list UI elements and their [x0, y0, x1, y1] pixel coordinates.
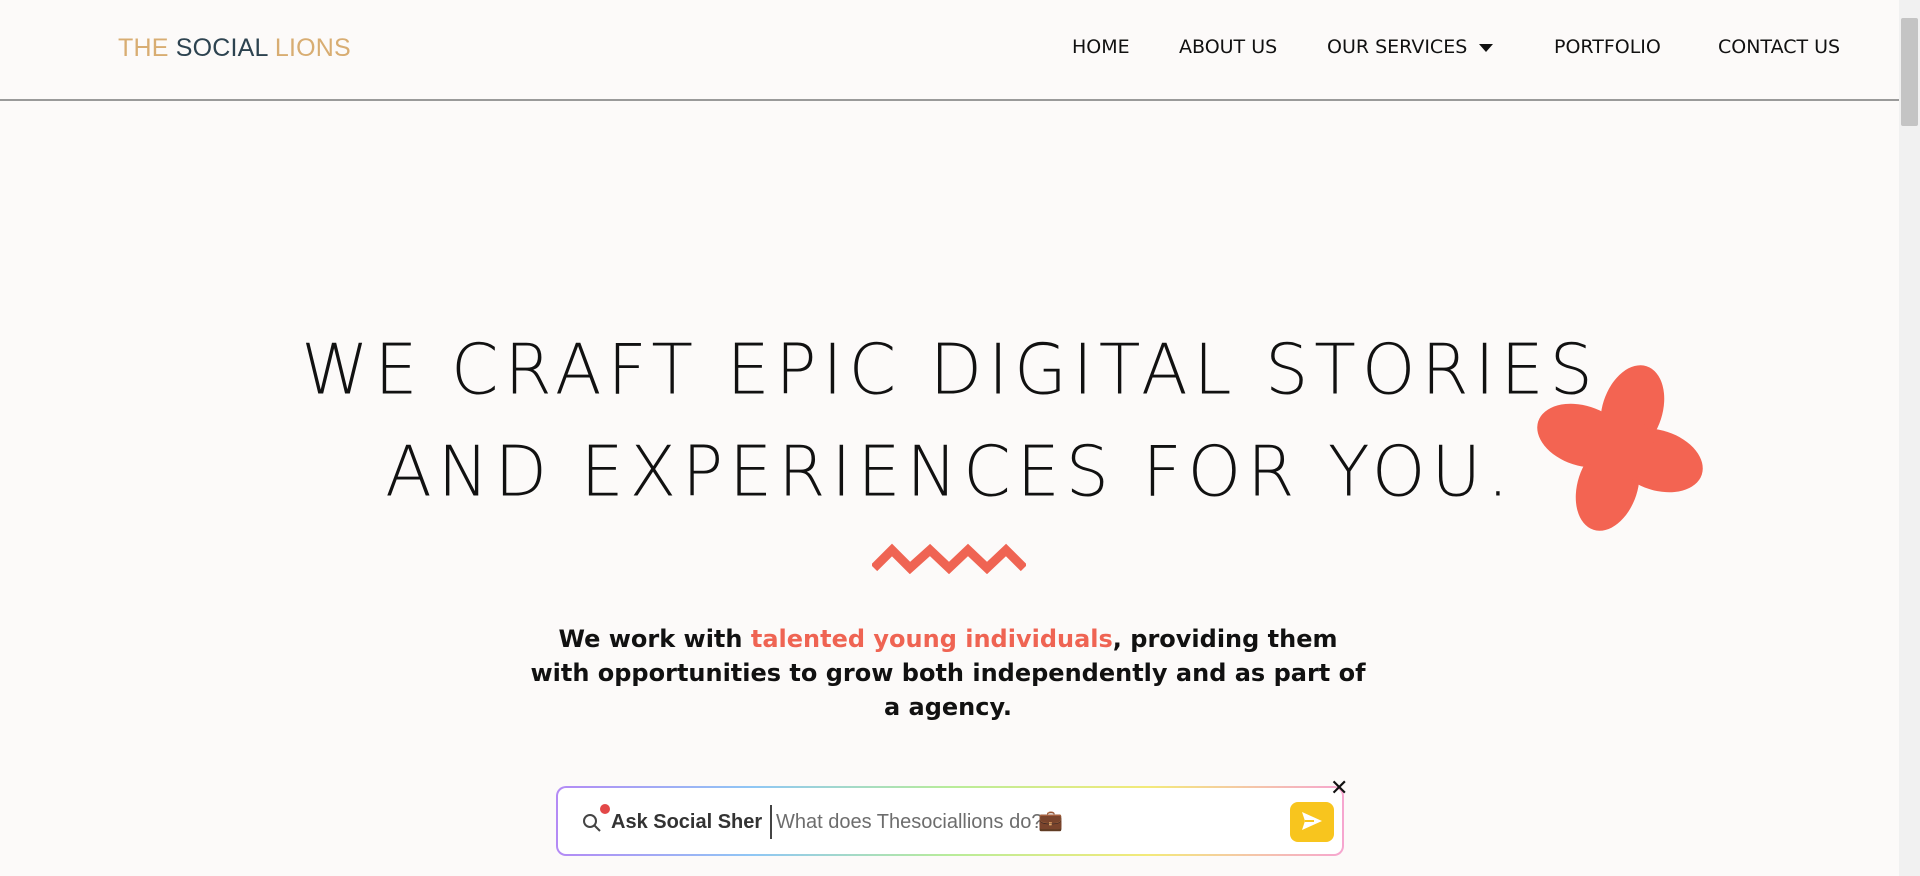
nav-home[interactable]: HOME — [1072, 36, 1130, 58]
scrollbar-track[interactable] — [1899, 0, 1920, 876]
send-button[interactable] — [1290, 802, 1334, 842]
logo-word-social: SOCIAL — [175, 34, 268, 62]
nav-about-us[interactable]: ABOUT US — [1179, 36, 1277, 58]
ask-input[interactable] — [770, 805, 1276, 839]
logo-word-the: THE — [118, 34, 169, 62]
nav-our-services[interactable]: OUR SERVICES — [1327, 36, 1494, 58]
scrollbar-thumb[interactable] — [1901, 18, 1918, 126]
briefcase-icon: 💼 — [1038, 808, 1063, 832]
nav-contact-us[interactable]: CONTACT US — [1718, 36, 1840, 58]
search-icon — [583, 814, 601, 832]
hero-title-line-2: AND EXPERIENCES FOR YOU. — [385, 432, 1515, 513]
hero-title-line-1: WE CRAFT EPIC DIGITAL STORIES — [301, 330, 1599, 411]
flower-shape-icon — [1537, 365, 1703, 531]
zigzag-divider-icon — [872, 543, 1026, 574]
caret-down-icon — [1479, 43, 1494, 52]
site-header: THE SOCIAL LIONS HOME ABOUT US OUR SERVI… — [0, 0, 1899, 101]
hero-title: WE CRAFT EPIC DIGITAL STORIES AND EXPERI… — [300, 320, 1600, 524]
hero-tagline: We work with talented young individuals,… — [528, 622, 1368, 724]
ask-bar-label: Ask Social Sher — [611, 811, 763, 833]
nav-our-services-label: OUR SERVICES — [1327, 36, 1468, 58]
tagline-highlight: talented young individuals — [750, 625, 1113, 653]
site-logo[interactable]: THE SOCIAL LIONS — [118, 34, 351, 63]
logo-word-lions: LIONS — [274, 34, 351, 62]
close-icon[interactable]: ✕ — [1330, 778, 1348, 800]
ask-bar-inner: Ask Social Sher 💼 — [558, 788, 1342, 854]
notification-dot — [600, 804, 610, 814]
page: THE SOCIAL LIONS HOME ABOUT US OUR SERVI… — [0, 0, 1899, 876]
tagline-text-start: We work with — [558, 625, 751, 653]
ask-social-sher-bar: Ask Social Sher 💼 — [556, 786, 1344, 856]
send-icon — [1302, 811, 1322, 830]
nav-portfolio[interactable]: PORTFOLIO — [1554, 36, 1661, 58]
